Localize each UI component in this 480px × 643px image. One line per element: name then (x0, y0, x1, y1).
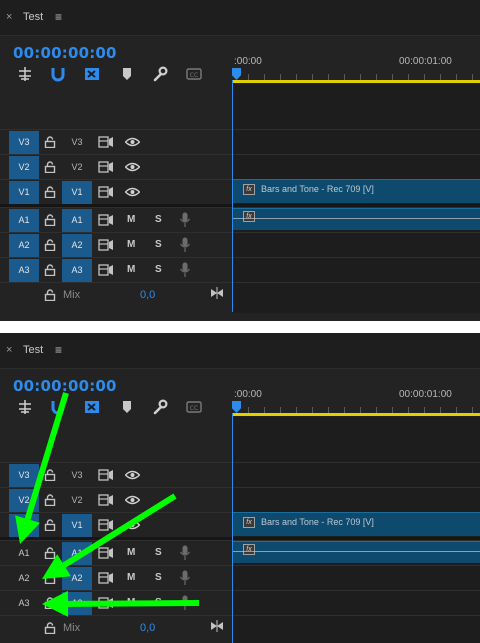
microphone-icon[interactable] (180, 262, 190, 278)
ruler-tick (248, 74, 249, 80)
video-track-lane[interactable] (233, 130, 480, 155)
panel-tab-bar: × Test ≡ (0, 0, 480, 36)
ruler-end-label: 00:00:01:00 (399, 56, 452, 67)
solo-button[interactable]: S (155, 264, 162, 275)
mix-label: Mix (63, 289, 81, 301)
sequence-tab-title[interactable]: Test (23, 11, 43, 23)
lock-icon[interactable] (44, 214, 56, 226)
svg-text:CC: CC (190, 72, 198, 79)
audio-track-lane[interactable] (233, 233, 480, 258)
playhead-handle[interactable] (232, 68, 241, 80)
mute-button[interactable]: M (127, 264, 135, 275)
ruler-tick (360, 74, 361, 80)
annotation-arrowhead (15, 515, 41, 544)
source-patch-video[interactable]: V1 (9, 181, 39, 204)
annotation-arrow (24, 392, 69, 521)
audio-clip[interactable]: fx (233, 208, 480, 230)
track-area-spacer (233, 84, 480, 129)
timeline-panel-bottom: × Test ≡ 00:00:00:00 CC :00:00 00:00:01:0… (0, 333, 480, 643)
mute-button[interactable]: M (127, 239, 135, 250)
ruler-tick (296, 74, 297, 80)
source-patch-audio[interactable]: A1 (9, 209, 39, 232)
lock-icon[interactable] (44, 264, 56, 276)
track-target-video[interactable]: V3 (62, 131, 92, 154)
eye-icon[interactable] (125, 137, 140, 147)
ruler-tick (424, 74, 425, 80)
annotation-arrowhead (42, 590, 69, 617)
video-track-row: V3 V3 (0, 129, 480, 155)
lock-icon[interactable] (44, 289, 56, 301)
video-clip-label: Bars and Tone - Rec 709 [V] (261, 184, 374, 194)
audio-waveform (233, 218, 480, 219)
video-track-lane[interactable] (233, 155, 480, 180)
work-area-bar[interactable] (232, 80, 480, 83)
panel-menu-icon[interactable]: ≡ (55, 10, 62, 24)
lock-icon[interactable] (44, 161, 56, 173)
source-patch-video[interactable]: V3 (9, 131, 39, 154)
add-marker-icon[interactable] (119, 66, 135, 82)
track-target-audio[interactable]: A3 (62, 259, 92, 282)
source-patch-audio[interactable]: A2 (9, 234, 39, 257)
linked-selection-icon[interactable] (84, 66, 100, 82)
captions-icon[interactable]: CC (186, 66, 202, 82)
annotation-arrow (62, 493, 177, 568)
microphone-icon[interactable] (180, 212, 190, 228)
ruler-start-label: :00:00 (234, 56, 262, 67)
video-clip[interactable]: fx Bars and Tone - Rec 709 [V] (233, 179, 480, 203)
magnet-icon[interactable] (50, 66, 66, 82)
ruler-tick (312, 74, 313, 80)
track-target-video[interactable]: V1 (62, 181, 92, 204)
source-patch-audio[interactable]: A3 (9, 259, 39, 282)
ruler-tick (440, 74, 441, 80)
playhead-timecode[interactable]: 00:00:00:00 (13, 44, 117, 62)
ruler-tick (344, 74, 345, 80)
ruler-tick (328, 74, 329, 80)
settings-wrench-icon[interactable] (152, 66, 168, 82)
sync-lock-icon[interactable] (98, 186, 114, 198)
lock-icon[interactable] (44, 186, 56, 198)
fx-badge: fx (243, 184, 255, 195)
ruler-tick (408, 74, 409, 80)
eye-icon[interactable] (125, 187, 140, 197)
mix-volume-value[interactable]: 0,0 (140, 289, 155, 301)
track-header-spacer (0, 84, 232, 129)
sync-lock-icon[interactable] (98, 214, 114, 226)
solo-button[interactable]: S (155, 239, 162, 250)
ruler-tick (264, 74, 265, 80)
audio-track-lane[interactable] (233, 258, 480, 283)
sync-lock-icon[interactable] (98, 161, 114, 173)
mute-button[interactable]: M (127, 214, 135, 225)
sync-lock-icon[interactable] (98, 239, 114, 251)
microphone-icon[interactable] (180, 237, 190, 253)
playhead-line[interactable] (232, 80, 233, 312)
ruler-tick (376, 74, 377, 80)
lock-icon[interactable] (44, 136, 56, 148)
close-icon[interactable]: × (6, 11, 12, 23)
snap-icon[interactable] (17, 66, 33, 82)
ruler-tick (456, 74, 457, 80)
annotation-arrow (67, 600, 200, 607)
fx-badge: fx (243, 211, 255, 222)
mix-track-row: Mix 0,0 (0, 282, 480, 313)
track-target-audio[interactable]: A1 (62, 209, 92, 232)
mix-end-icon[interactable] (211, 287, 223, 299)
audio-track-row: A2 A2 M S (0, 232, 480, 258)
track-target-video[interactable]: V2 (62, 156, 92, 179)
eye-icon[interactable] (125, 162, 140, 172)
time-ruler[interactable]: :00:00 00:00:01:00 (232, 36, 480, 84)
ruler-tick (392, 74, 393, 80)
track-target-audio[interactable]: A2 (62, 234, 92, 257)
ruler-tick (280, 74, 281, 80)
video-track-row: V2 V2 (0, 154, 480, 180)
ruler-tick (472, 74, 473, 80)
timeline-panel-top: × Test ≡ 00:00:00:00 CC :00:00 00:00:01:0… (0, 0, 480, 321)
annotation-arrows (15, 392, 200, 617)
mix-track-lane (233, 283, 480, 313)
solo-button[interactable]: S (155, 214, 162, 225)
audio-track-row: A3 A3 M S (0, 257, 480, 283)
sync-lock-icon[interactable] (98, 136, 114, 148)
lock-icon[interactable] (44, 239, 56, 251)
sync-lock-icon[interactable] (98, 264, 114, 276)
source-patch-video[interactable]: V2 (9, 156, 39, 179)
